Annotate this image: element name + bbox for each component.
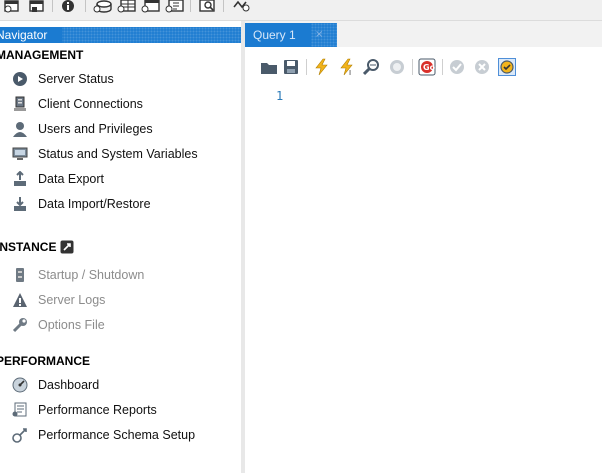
sidebar-item-data-import-restore[interactable]: Data Import/Restore [12,194,151,214]
toolbar-separator [306,59,307,75]
toolbar-separator [223,0,224,12]
sidebar-item-label: Client Connections [38,97,143,111]
create-view-icon[interactable] [140,0,162,14]
sidebar-item-label: Dashboard [38,378,100,392]
warning-icon [12,292,28,308]
line-number: 1 [276,89,284,103]
sidebar-item-data-export[interactable]: Data Export [12,169,104,189]
sidebar-item-label: Data Import/Restore [38,197,151,211]
open-file-icon[interactable] [259,56,279,78]
reports-icon [12,402,28,418]
editor-gutter [245,89,292,473]
execute-current-statement-icon[interactable]: I [337,56,357,78]
sql-editor[interactable] [292,89,602,473]
sidebar-item-label: Performance Schema Setup [38,428,196,442]
sidebar-item-users-and-privileges[interactable]: Users and Privileges [12,119,153,139]
section-performance-title: PERFORMANCE [0,354,91,368]
navigator-header-label: Navigator [0,28,48,42]
toolbar-separator [442,59,443,75]
editor-tab-bar: Query 1 × [245,21,602,47]
toolbar-separator [190,0,191,12]
close-tab-icon[interactable]: × [315,29,327,41]
navigator-panel: Navigator MANAGEMENT Server Status Clien… [0,21,241,473]
toolbar-separator [412,59,413,75]
rollback-icon[interactable] [472,56,492,78]
svg-text:I: I [349,69,351,76]
dashboard-icon [12,377,28,393]
data-import-icon [12,196,28,212]
users-icon [12,121,28,137]
main-toolbar [0,0,602,21]
section-instance-title: INSTANCE [0,240,57,254]
sidebar-item-status-and-system-variables[interactable]: Status and System Variables [12,144,198,164]
tab-query-1[interactable]: Query 1 × [245,23,337,47]
monitor-icon [12,146,28,162]
save-icon[interactable] [281,56,301,78]
sidebar-item-label: Data Export [38,172,105,186]
sidebar-item-client-connections[interactable]: Client Connections [12,94,143,114]
section-instance: INSTANCE [0,240,74,254]
sidebar-item-performance-reports[interactable]: Performance Reports [12,400,157,420]
query-toolbar: I Go [245,47,602,89]
explain-icon[interactable] [362,56,382,78]
new-query-icon[interactable] [2,0,24,14]
sidebar-item-options-file[interactable]: Options File [12,315,105,335]
data-export-icon [12,171,28,187]
wrench-icon [12,317,28,333]
execute-icon[interactable] [311,56,331,78]
sidebar-item-label: Options File [38,318,105,332]
sidebar-item-dashboard[interactable]: Dashboard [12,375,99,395]
instance-settings-icon[interactable] [60,240,74,254]
sidebar-item-server-logs[interactable]: Server Logs [12,290,105,310]
sidebar-item-server-status[interactable]: Server Status [12,69,114,89]
search-table-data-icon[interactable] [197,0,219,14]
startup-shutdown-icon [12,267,28,283]
toolbar-separator [85,0,86,12]
info-icon[interactable] [59,0,81,14]
sidebar-item-label: Server Status [38,72,114,86]
create-schema-icon[interactable] [92,0,114,14]
section-management-title: MANAGEMENT [0,48,84,62]
svg-text:Go: Go [423,63,436,72]
autocommit-toggle-icon[interactable] [497,56,517,78]
open-sql-script-icon[interactable] [26,0,48,14]
sidebar-item-label: Users and Privileges [38,122,153,136]
toolbar-separator [52,0,53,12]
sidebar-item-label: Status and System Variables [38,147,198,161]
server-status-icon [12,71,28,87]
reconnect-icon[interactable] [230,0,252,14]
commit-icon[interactable] [447,56,467,78]
tab-label: Query 1 [253,28,296,42]
stop-icon[interactable] [387,56,407,78]
navigator-header: Navigator [0,27,241,43]
create-procedure-icon[interactable] [164,0,186,14]
schema-setup-icon [12,427,28,443]
client-connections-icon [12,96,28,112]
sidebar-item-performance-schema-setup[interactable]: Performance Schema Setup [12,425,195,445]
sidebar-item-label: Startup / Shutdown [38,268,145,282]
sidebar-item-label: Server Logs [38,293,106,307]
sidebar-item-startup-shutdown[interactable]: Startup / Shutdown [12,265,144,285]
toggle-error-stop-icon[interactable]: Go [417,56,437,78]
sidebar-item-label: Performance Reports [38,403,157,417]
section-performance: PERFORMANCE [0,354,90,368]
section-management: MANAGEMENT [0,48,83,62]
create-table-icon[interactable] [116,0,138,14]
